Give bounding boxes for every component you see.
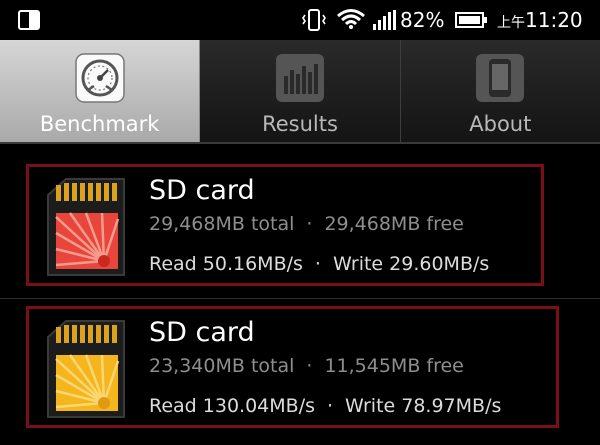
sd-card-red-icon [47, 178, 125, 276]
free-space: 11,545MB free [324, 355, 464, 377]
storage-list: SD card 29,468MB total · 29,468MB free Rea… [0, 146, 600, 445]
tab-about[interactable]: About [401, 40, 600, 142]
total-space: 23,340MB total [149, 355, 295, 377]
write-speed: Write 78.97MB/s [345, 395, 502, 417]
tab-results[interactable]: Results [200, 40, 401, 142]
tab-label: Benchmark [39, 112, 160, 136]
free-space: 29,468MB free [324, 213, 464, 235]
screen-icon [18, 10, 40, 30]
storage-card[interactable]: SD card 23,340MB total · 11,545MB free Rea… [26, 306, 559, 428]
bar-chart-icon [275, 54, 324, 102]
write-speed: Write 29.60MB/s [332, 253, 490, 275]
clock: 上午11:20 [497, 8, 583, 32]
time-prefix: 上午 [497, 15, 525, 31]
speed-results: Read 50.16MB/s · Write 29.60MB/s [149, 253, 489, 275]
status-bar: 82% 上午11:20 [0, 0, 600, 40]
total-space: 29,468MB total [149, 213, 295, 235]
read-speed: Read 130.04MB/s [149, 395, 315, 417]
separator: · [306, 213, 313, 235]
time-value: 11:20 [525, 8, 583, 32]
wifi-icon [337, 9, 365, 29]
separator: · [327, 395, 334, 417]
speedometer-icon [74, 53, 125, 103]
separator: · [306, 355, 313, 377]
tab-label: About [469, 112, 532, 136]
speed-results: Read 130.04MB/s · Write 78.97MB/s [149, 395, 501, 417]
card-title: SD card [149, 317, 255, 348]
battery-percent: 82% [400, 8, 445, 32]
tab-label: Results [262, 112, 338, 136]
tab-benchmark[interactable]: Benchmark [0, 40, 201, 142]
tab-bar: Benchmark Results About [0, 40, 600, 144]
card-title: SD card [149, 175, 255, 206]
battery-icon [455, 12, 487, 28]
storage-card[interactable]: SD card 29,468MB total · 29,468MB free Rea… [26, 164, 544, 286]
sd-card-yellow-icon [47, 320, 125, 418]
read-speed: Read 50.16MB/s [149, 253, 303, 275]
vibrate-icon [302, 9, 326, 31]
phone-icon [476, 54, 525, 102]
signal-icon [373, 10, 396, 30]
list-divider [0, 298, 600, 299]
separator: · [314, 253, 321, 275]
storage-space: 29,468MB total · 29,468MB free [149, 213, 464, 235]
storage-space: 23,340MB total · 11,545MB free [149, 355, 464, 377]
